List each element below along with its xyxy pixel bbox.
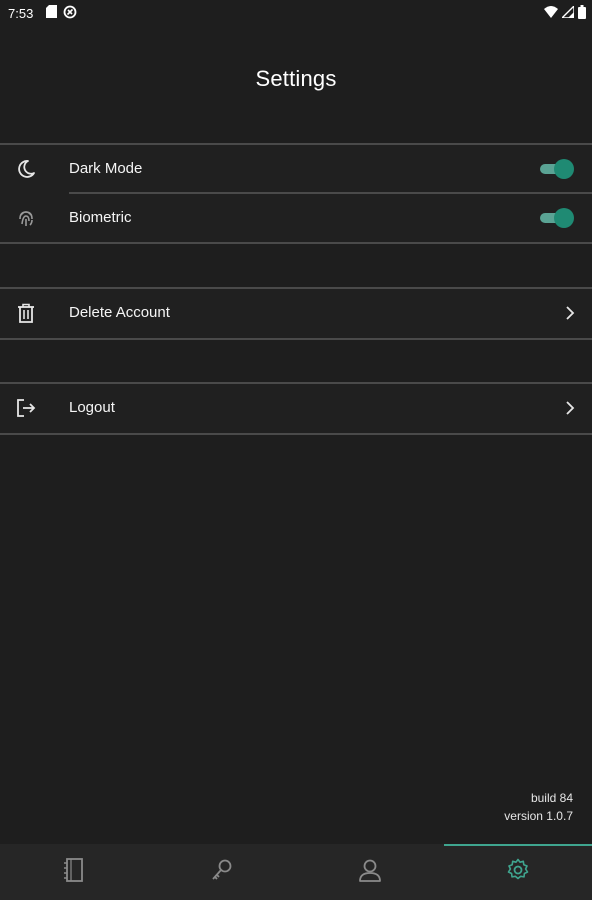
logout-label: Logout — [69, 399, 115, 416]
delete-account-label: Delete Account — [69, 304, 170, 321]
delete-account-group: Delete Account — [0, 289, 592, 338]
build-number: build 84 — [530, 791, 573, 805]
toggle-thumb — [554, 208, 574, 228]
status-time: 7:53 — [8, 6, 34, 21]
status-bar: 7:53 — [0, 0, 592, 26]
key-icon — [210, 858, 234, 887]
logout-row[interactable]: Logout — [0, 384, 592, 432]
group-divider — [0, 433, 592, 435]
bottom-nav — [0, 844, 592, 900]
group-divider — [0, 338, 592, 340]
sd-card-icon — [46, 5, 57, 22]
fingerprint-icon — [16, 208, 36, 228]
signal-icon — [560, 4, 575, 21]
chevron-right-icon — [562, 398, 578, 418]
trash-icon — [16, 303, 36, 323]
notebook-icon — [63, 857, 85, 887]
nav-profile[interactable] — [296, 844, 444, 900]
gear-icon — [506, 858, 530, 887]
wifi-icon — [544, 6, 558, 21]
person-icon — [358, 858, 382, 887]
chevron-right-icon — [562, 303, 578, 323]
vpn-key-icon — [63, 5, 77, 22]
active-tab-indicator — [444, 844, 592, 846]
nav-key[interactable] — [148, 844, 296, 900]
nav-settings[interactable] — [444, 844, 592, 900]
biometric-label: Biometric — [69, 209, 132, 226]
group-divider — [0, 242, 592, 244]
nav-notebook[interactable] — [0, 844, 148, 900]
build-info: build 84 version 1.0.7 — [504, 789, 573, 825]
logout-icon — [16, 398, 36, 418]
preferences-group: Dark Mode Biometric — [0, 145, 592, 242]
dark-mode-label: Dark Mode — [69, 160, 143, 177]
toggle-thumb — [554, 159, 574, 179]
page-title: Settings — [255, 66, 337, 91]
logout-group: Logout — [0, 384, 592, 433]
version-number: version 1.0.7 — [504, 809, 573, 823]
moon-icon — [16, 159, 36, 179]
battery-icon — [578, 5, 586, 22]
dark-mode-row[interactable]: Dark Mode — [0, 145, 592, 193]
dark-mode-toggle[interactable] — [540, 159, 574, 179]
biometric-row[interactable]: Biometric — [0, 194, 592, 242]
biometric-toggle[interactable] — [540, 208, 574, 228]
delete-account-row[interactable]: Delete Account — [0, 289, 592, 337]
